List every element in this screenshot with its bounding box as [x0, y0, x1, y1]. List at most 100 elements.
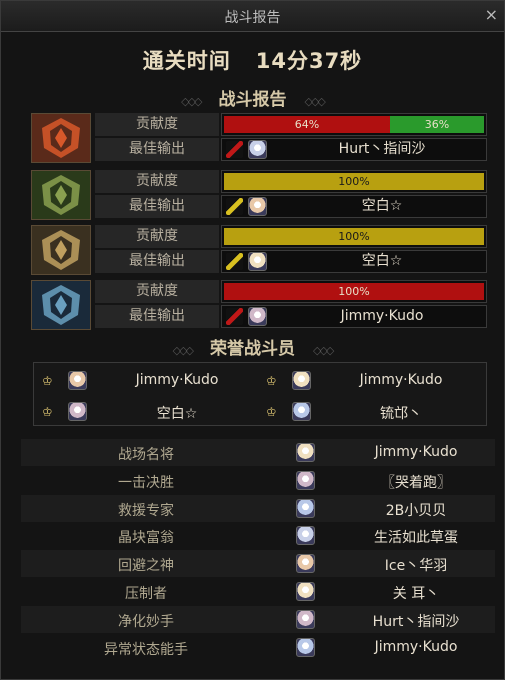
award-player[interactable]: Jimmy·Kudo	[321, 639, 505, 655]
best-output-player[interactable]: Hurt丶指间沙	[282, 139, 482, 160]
honor-member-name: Jimmy·Kudo	[359, 372, 443, 388]
title-bar: 战斗报告 ×	[1, 1, 504, 32]
best-output-value: Hurt丶指间沙	[221, 138, 487, 161]
contribution-bar-1: 36%	[390, 116, 484, 133]
contribution-bar-track: 100%	[221, 170, 487, 193]
close-icon[interactable]: ×	[485, 5, 498, 24]
best-output-label: 最佳输出	[95, 138, 219, 161]
award-title: 战场名将	[118, 447, 174, 463]
award-row: 异常状态能手 Jimmy·Kudo	[21, 634, 495, 661]
avatar[interactable]	[248, 307, 267, 326]
medal-icon: ♔	[266, 374, 277, 388]
fire-emblem-icon	[31, 113, 91, 163]
team-row: 贡献度 100% 最佳输出 Jimmy·Kudo	[31, 280, 487, 330]
avatar[interactable]	[292, 402, 311, 421]
avatar[interactable]	[296, 498, 315, 518]
award-title: 异常状态能手	[104, 641, 188, 658]
best-output-player[interactable]: 空白☆	[282, 251, 482, 272]
award-player[interactable]: 关 耳丶	[321, 583, 505, 603]
best-output-label: 最佳输出	[95, 250, 219, 273]
best-output-value: Jimmy·Kudo	[221, 305, 487, 328]
award-title: 回避之神	[118, 558, 174, 575]
contribution-label: 贡献度	[95, 225, 219, 248]
best-output-row: 最佳输出 空白☆	[95, 195, 487, 218]
honor-header-label: 荣誉战斗员	[210, 339, 295, 359]
best-output-value: 空白☆	[221, 250, 487, 273]
medal-icon: ♔	[42, 405, 53, 419]
medal-icon: ♔	[42, 374, 53, 388]
contribution-bar-0: 64%	[224, 116, 390, 133]
team-row: 贡献度 100% 最佳输出 空白☆	[31, 225, 487, 275]
avatar[interactable]	[248, 197, 267, 216]
honor-member[interactable]: ♔ 空白☆	[36, 396, 262, 426]
contribution-row: 贡献度 64% 36%	[95, 113, 487, 136]
best-output-player[interactable]: Jimmy·Kudo	[282, 306, 482, 327]
honor-member-name: Jimmy·Kudo	[135, 372, 219, 388]
contribution-bar-0: 100%	[224, 173, 484, 190]
contribution-bar-track: 100%	[221, 280, 487, 303]
ornament-right: ◇◇◇	[313, 344, 334, 357]
avatar[interactable]	[296, 554, 315, 574]
award-player[interactable]: Hurt丶指间沙	[321, 611, 505, 631]
award-player[interactable]: 〖哭着跑〗	[321, 472, 505, 492]
award-title: 晶块富翁	[118, 530, 174, 547]
avatar[interactable]	[296, 470, 315, 490]
honor-member[interactable]: ♔ Jimmy·Kudo	[36, 365, 262, 395]
best-output-value: 空白☆	[221, 195, 487, 218]
contribution-bar-0: 100%	[224, 228, 484, 245]
avatar[interactable]	[248, 140, 267, 159]
award-player[interactable]: Jimmy·Kudo	[321, 444, 505, 460]
ornament-left: ◇◇◇	[172, 344, 194, 357]
avatar[interactable]	[292, 371, 311, 390]
award-player[interactable]: Ice丶华羽	[321, 555, 505, 575]
battle-report-header: ◇◇◇ 战斗报告 ◇◇◇	[1, 85, 504, 110]
best-output-row: 最佳输出 Jimmy·Kudo	[95, 305, 487, 328]
avatar[interactable]	[296, 526, 315, 546]
award-row: 救援专家 2B小贝贝	[21, 494, 495, 522]
award-player[interactable]: 生活如此草蛋	[321, 527, 505, 547]
award-row: 战场名将 Jimmy·Kudo	[21, 439, 495, 466]
honor-member[interactable]: ♔ Jimmy·Kudo	[260, 365, 486, 395]
medal-icon: ♔	[266, 405, 277, 419]
award-row: 回避之神 Ice丶华羽	[21, 550, 495, 578]
green-emblem-icon	[31, 170, 91, 220]
team-row: 贡献度 64% 36% 最佳输出 Hurt丶指间沙	[31, 113, 487, 163]
contribution-label: 贡献度	[95, 170, 219, 193]
contribution-label: 贡献度	[95, 113, 219, 136]
award-row: 净化妙手 Hurt丶指间沙	[21, 605, 495, 633]
ornament-left: ◇◇◇	[181, 95, 202, 108]
award-row: 一击决胜 〖哭着跑〗	[21, 467, 495, 494]
best-output-player[interactable]: 空白☆	[282, 196, 482, 217]
contribution-bar-track: 64% 36%	[221, 113, 487, 136]
contribution-bar-track: 100%	[221, 225, 487, 248]
best-output-label: 最佳输出	[95, 195, 219, 218]
avatar[interactable]	[296, 637, 315, 657]
award-player[interactable]: 2B小贝贝	[321, 500, 505, 520]
contribution-label: 贡献度	[95, 280, 219, 303]
contribution-bar-0: 100%	[224, 283, 484, 300]
team-row: 贡献度 100% 最佳输出 空白☆	[31, 170, 487, 220]
award-title: 一击决胜	[118, 474, 174, 491]
award-title: 压制者	[125, 586, 167, 602]
honor-header: ◇◇◇ 荣誉战斗员 ◇◇◇	[1, 334, 504, 359]
avatar[interactable]	[296, 582, 315, 601]
honor-member[interactable]: ♔ 锍邙丶	[260, 396, 486, 426]
ornament-right: ◇◇◇	[304, 95, 326, 108]
avatar[interactable]	[296, 443, 315, 462]
award-row: 晶块富翁 生活如此草蛋	[21, 522, 495, 549]
weapon-icon	[226, 308, 243, 325]
battle-report-header-label: 战斗报告	[218, 90, 287, 110]
avatar[interactable]	[68, 402, 87, 421]
honor-members-box: ♔ Jimmy·Kudo ♔ Jimmy·Kudo ♔ 空白☆ ♔ 锍邙丶	[33, 362, 487, 426]
best-output-row: 最佳输出 空白☆	[95, 250, 487, 273]
blue-emblem-icon	[31, 280, 91, 330]
weapon-icon	[226, 141, 243, 158]
weapon-icon	[226, 198, 243, 215]
avatar[interactable]	[248, 252, 267, 271]
avatar[interactable]	[68, 371, 87, 390]
award-row: 压制者关 耳丶	[21, 578, 495, 605]
avatar[interactable]	[296, 609, 315, 629]
clear-time: 通关时间 14分37秒	[142, 49, 363, 73]
weapon-icon	[226, 253, 243, 270]
contribution-row: 贡献度 100%	[95, 280, 487, 303]
